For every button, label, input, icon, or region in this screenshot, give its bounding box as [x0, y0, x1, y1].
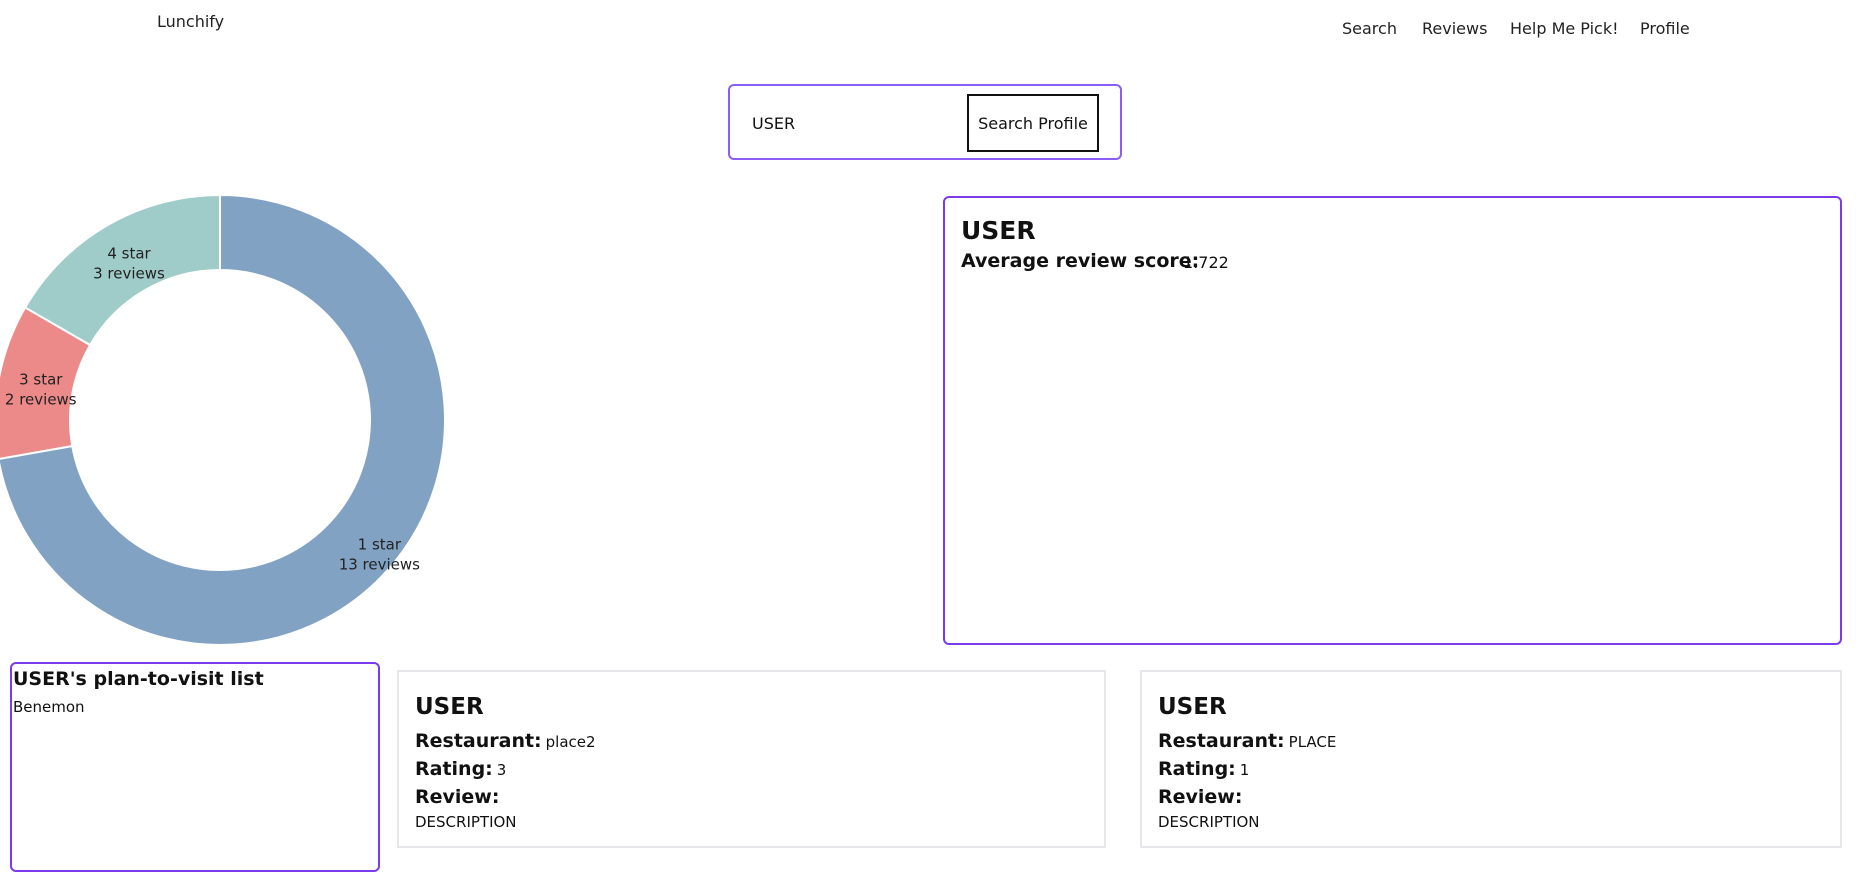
brand-logo[interactable]: Lunchify [157, 12, 224, 31]
review-rating-row: Rating: 1 [1158, 758, 1249, 780]
rating-value: 1 [1239, 761, 1250, 779]
review-username: USER [1158, 694, 1227, 720]
nav-help-me-pick-link[interactable]: Help Me Pick! [1510, 19, 1619, 38]
rating-donut-svg: 1 star 13 reviews3 star 2 reviews4 star 3 r… [0, 193, 446, 646]
profile-search-form: Search Profile [728, 84, 1122, 160]
plan-to-visit-card: USER's plan-to-visit list Benemon [10, 662, 380, 872]
plan-to-visit-title: USER's plan-to-visit list [13, 668, 264, 690]
profile-search-input[interactable] [750, 104, 964, 142]
review-restaurant-row: Restaurant: PLACE [1158, 730, 1336, 752]
nav-reviews-link[interactable]: Reviews [1422, 19, 1487, 38]
review-label: Review: [415, 786, 500, 808]
restaurant-value: PLACE [1288, 733, 1337, 751]
review-card: USER Restaurant: place2 Rating: 3 Review: … [397, 670, 1106, 848]
restaurant-label: Restaurant: [415, 730, 542, 752]
search-profile-button[interactable]: Search Profile [967, 94, 1099, 152]
plan-list-item[interactable]: Benemon [13, 698, 85, 716]
review-label: Review: [1158, 786, 1243, 808]
restaurant-value: place2 [545, 733, 596, 751]
rating-label: Rating: [1158, 758, 1236, 780]
plan-to-visit-list: Benemon [13, 698, 85, 716]
rating-distribution-chart: 1 star 13 reviews 3 star 2 reviews 4 star 3 r… [0, 190, 460, 650]
nav-search-link[interactable]: Search [1342, 19, 1397, 38]
review-restaurant-row: Restaurant: place2 [415, 730, 596, 752]
nav-profile-link[interactable]: Profile [1640, 19, 1690, 38]
review-description: DESCRIPTION [1158, 813, 1260, 831]
review-description: DESCRIPTION [415, 813, 517, 831]
average-score-value: 1.722 [1183, 253, 1229, 272]
average-score-label: Average review score: [961, 250, 1200, 272]
review-card: USER Restaurant: PLACE Rating: 1 Review: D… [1140, 670, 1842, 848]
rating-value: 3 [496, 761, 507, 779]
review-rating-row: Rating: 3 [415, 758, 506, 780]
review-username: USER [415, 694, 484, 720]
stats-username: USER [961, 216, 1036, 245]
restaurant-label: Restaurant: [1158, 730, 1285, 752]
rating-label: Rating: [415, 758, 493, 780]
user-stats-card: USER Average review score: 1.722 [943, 196, 1842, 645]
